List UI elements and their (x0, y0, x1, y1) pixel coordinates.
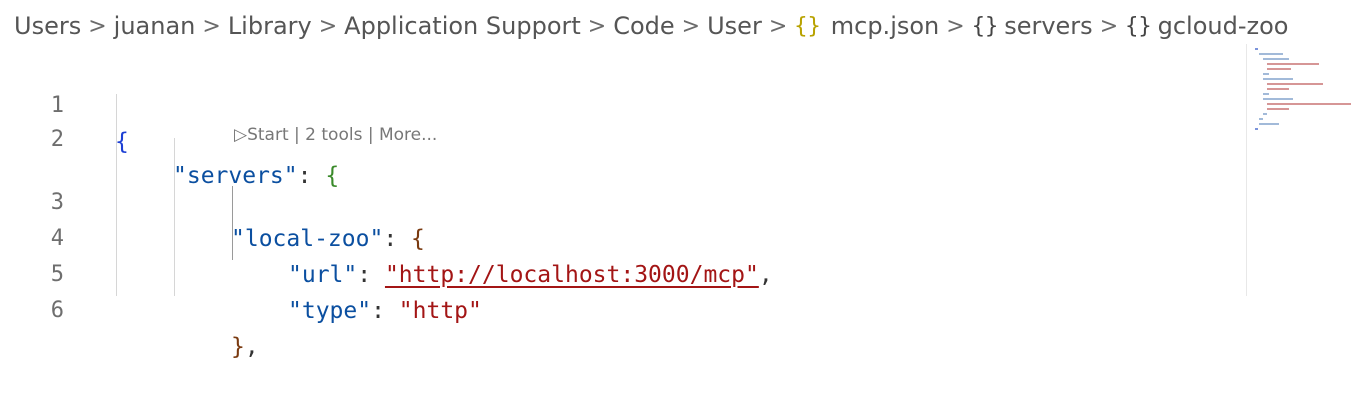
codelens-tools[interactable]: 2 tools (305, 125, 362, 145)
breadcrumb-item-library[interactable]: Library (228, 12, 312, 40)
code-line[interactable]: 3 "local-zoo": { (0, 149, 1245, 252)
minimap-line (1267, 103, 1351, 105)
json-string-value: "http" (398, 298, 482, 324)
codelens: ▷Start | 2 tools | More... (234, 120, 437, 150)
breadcrumb-item-servers[interactable]: servers (1004, 12, 1092, 40)
close-brace: } (231, 334, 245, 360)
minimap-line (1263, 73, 1269, 75)
minimap-line (1255, 128, 1258, 130)
breadcrumb: Users > juanan > Library > Application S… (0, 0, 1356, 52)
breadcrumb-item-juanan[interactable]: juanan (114, 12, 196, 40)
minimap-line (1263, 98, 1293, 100)
comma: , (244, 334, 259, 360)
chevron-right-icon: > (681, 13, 701, 39)
breadcrumb-item-users[interactable]: Users (14, 12, 81, 40)
codelens-start[interactable]: Start (247, 125, 289, 145)
minimap-line (1263, 78, 1293, 80)
breadcrumb-item-gcloud-zoo[interactable]: gcloud-zoo (1158, 12, 1289, 40)
minimap-line (1267, 63, 1319, 65)
code-line[interactable]: 5 "type": "http" (0, 221, 1245, 324)
chevron-right-icon: > (202, 13, 221, 39)
minimap-line (1267, 68, 1291, 70)
minimap-line (1267, 108, 1289, 110)
minimap-line (1263, 93, 1269, 95)
json-key: "type" (288, 298, 372, 324)
json-file-icon: {} (794, 13, 821, 39)
breadcrumb-item-code[interactable]: Code (613, 12, 674, 40)
minimap-line (1267, 83, 1323, 85)
minimap-line (1259, 53, 1283, 55)
codelens-more[interactable]: More... (379, 125, 437, 145)
minimap-line (1263, 113, 1267, 115)
play-icon[interactable]: ▷ (234, 125, 247, 145)
codelens-divider: | (294, 125, 300, 145)
minimap-line (1267, 88, 1289, 90)
minimap[interactable] (1246, 44, 1356, 296)
object-icon: {} (971, 13, 999, 39)
minimap-line (1259, 123, 1279, 125)
minimap-line (1255, 48, 1258, 50)
code-line[interactable]: 4 "url": "http://localhost:3000/mcp", (0, 185, 1245, 288)
breadcrumb-item-application-support[interactable]: Application Support (344, 12, 581, 40)
breadcrumb-item-user[interactable]: User (707, 12, 762, 40)
object-icon: {} (1125, 13, 1152, 39)
chevron-right-icon: > (1099, 13, 1119, 39)
code-editor[interactable]: 1 { 2 "servers": { ▷Start | 2 tools | Mo… (0, 52, 1356, 360)
minimap-line (1263, 58, 1289, 60)
codelens-divider: | (367, 125, 374, 145)
chevron-right-icon: > (318, 13, 338, 39)
code-line[interactable]: 1 { (0, 52, 1245, 155)
minimap-line (1259, 118, 1263, 120)
breadcrumb-item-file[interactable]: mcp.json (831, 12, 940, 40)
colon: : (371, 298, 399, 324)
code-line[interactable]: 6 }, (0, 257, 1245, 360)
code-line[interactable]: 2 "servers": { (0, 86, 1245, 189)
line-number: 6 (50, 298, 64, 323)
chevron-right-icon: > (587, 13, 607, 39)
chevron-right-icon: > (946, 13, 965, 39)
chevron-right-icon: > (88, 13, 107, 39)
chevron-right-icon: > (768, 13, 788, 39)
